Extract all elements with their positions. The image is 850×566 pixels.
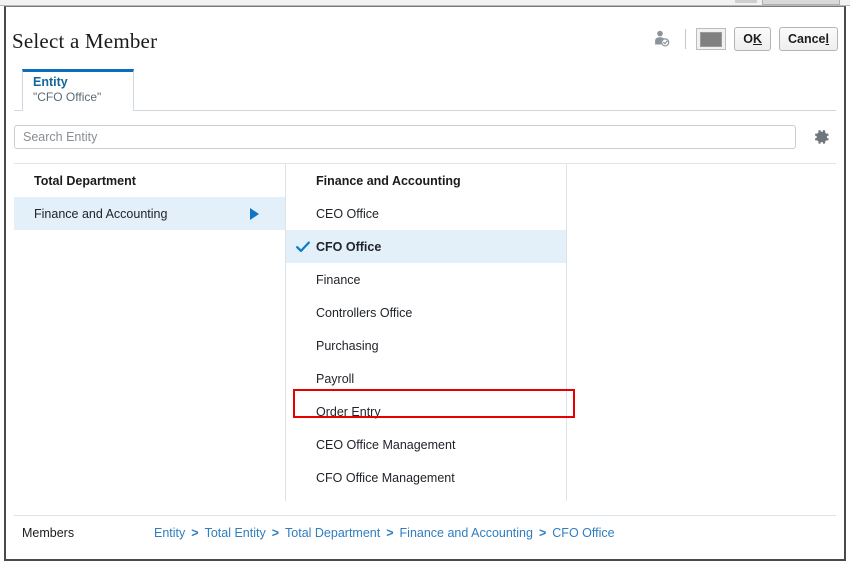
breadcrumb-separator: > bbox=[271, 525, 280, 540]
column-header-left: Total Department bbox=[34, 173, 136, 188]
header-toolbar: OK Cance l bbox=[649, 25, 838, 53]
ok-button-label-accel: K bbox=[752, 32, 762, 46]
column-finance-and-accounting: Finance and Accounting CEO Office CFO Of… bbox=[286, 164, 567, 501]
list-item-ceo-office[interactable]: CEO Office bbox=[286, 197, 566, 230]
list-item-label: Finance and Accounting bbox=[34, 206, 168, 221]
os-window-controls-stub bbox=[762, 0, 840, 5]
member-columns: Total Department Finance and Accounting … bbox=[14, 163, 836, 501]
checkmark-icon bbox=[296, 240, 310, 254]
search-row bbox=[14, 119, 836, 155]
breadcrumb-separator: > bbox=[386, 525, 394, 540]
ok-button[interactable]: OK bbox=[734, 27, 771, 51]
tab-entity-label: Entity bbox=[33, 75, 68, 89]
color-swatch-fill bbox=[700, 31, 723, 47]
list-item-label: Finance bbox=[316, 272, 361, 287]
tab-entity[interactable]: Entity "CFO Office" bbox=[22, 69, 134, 111]
chevron-right-icon[interactable] bbox=[250, 207, 259, 220]
gear-icon[interactable] bbox=[806, 124, 836, 150]
breadcrumb-item-finance-and-accounting[interactable]: Finance and Accounting bbox=[400, 526, 533, 540]
list-item-label: CFO Office Management bbox=[316, 470, 455, 485]
column-total-department: Total Department Finance and Accounting bbox=[14, 164, 286, 501]
page-title: Select a Member bbox=[12, 29, 158, 53]
breadcrumb-item-total-entity[interactable]: Total Entity bbox=[205, 526, 266, 540]
list-item-finance-and-accounting[interactable]: Finance and Accounting bbox=[14, 197, 285, 230]
breadcrumb-item-total-department[interactable]: Total Department bbox=[285, 526, 380, 540]
column-header-middle: Finance and Accounting bbox=[316, 173, 461, 188]
breadcrumb-separator: > bbox=[538, 525, 547, 540]
tab-entity-sublabel: "CFO Office" bbox=[33, 90, 102, 104]
list-item-label: Controllers Office bbox=[316, 305, 413, 320]
breadcrumb-separator: > bbox=[191, 525, 199, 540]
list-item-ceo-office-management[interactable]: CEO Office Management bbox=[286, 428, 566, 461]
breadcrumb: Entity > Total Entity > Total Department… bbox=[154, 526, 615, 540]
footer-breadcrumb-bar: Members Entity > Total Entity > Total De… bbox=[14, 515, 836, 549]
breadcrumb-item-entity[interactable]: Entity bbox=[154, 526, 185, 540]
list-item-label: Purchasing bbox=[316, 338, 379, 353]
cancel-button-label-accel: l bbox=[825, 32, 829, 46]
search-input[interactable] bbox=[14, 125, 796, 149]
list-item-label: CEO Office bbox=[316, 206, 379, 221]
list-item-label: Order Entry bbox=[316, 404, 381, 419]
list-item-label: Payroll bbox=[316, 371, 355, 386]
toolbar-divider bbox=[685, 29, 687, 49]
list-item-controllers-office[interactable]: Controllers Office bbox=[286, 296, 566, 329]
cancel-button-label-pre: Cance bbox=[787, 32, 826, 46]
dialog-header: Select a Member OK Cance l bbox=[6, 7, 844, 69]
list-item-finance[interactable]: Finance bbox=[286, 263, 566, 296]
list-item-cfo-office[interactable]: CFO Office bbox=[286, 230, 566, 263]
list-item-payroll[interactable]: Payroll bbox=[286, 362, 566, 395]
column-detail-empty bbox=[567, 164, 836, 501]
breadcrumb-item-cfo-office[interactable]: CFO Office bbox=[552, 526, 614, 540]
ok-button-label-pre: O bbox=[743, 32, 753, 46]
select-member-dialog: Select a Member OK Cance l Entity "CFO O… bbox=[4, 6, 846, 561]
members-label: Members bbox=[22, 525, 75, 540]
list-item-label: CEO Office Management bbox=[316, 437, 456, 452]
screen-root: Select a Member OK Cance l Entity "CFO O… bbox=[0, 0, 850, 566]
list-item-order-entry[interactable]: Order Entry bbox=[286, 395, 566, 428]
os-top-bar-nub bbox=[735, 0, 757, 3]
list-item-label: CFO Office bbox=[316, 239, 382, 254]
color-swatch-button[interactable] bbox=[696, 28, 727, 50]
cancel-button[interactable]: Cance l bbox=[778, 27, 838, 51]
person-check-icon[interactable] bbox=[649, 26, 675, 52]
list-item-cfo-office-management[interactable]: CFO Office Management bbox=[286, 461, 566, 494]
tab-strip: Entity "CFO Office" bbox=[14, 69, 836, 111]
list-item-purchasing[interactable]: Purchasing bbox=[286, 329, 566, 362]
